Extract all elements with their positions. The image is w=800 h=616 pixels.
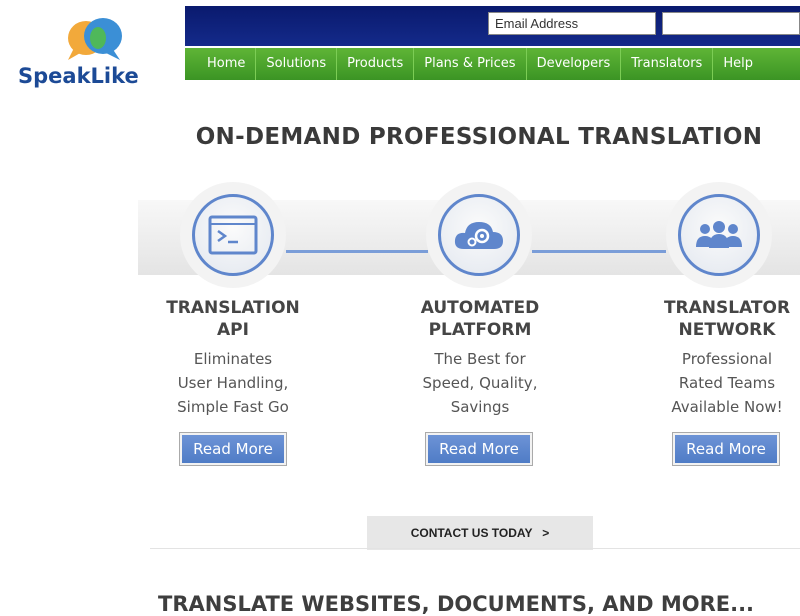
nav-translators[interactable]: Translators [621, 48, 714, 80]
feature-title: TRANSLATOR NETWORK [637, 297, 800, 341]
feature-icon-ring [678, 194, 760, 276]
nav-products[interactable]: Products [337, 48, 415, 80]
feature-desc-line: Simple Fast Go [177, 398, 289, 416]
feature-desc-line: Eliminates [193, 350, 273, 368]
feature-desc-line: Savings [450, 398, 510, 416]
cloud-gear-icon [454, 222, 503, 249]
feature-description: Eliminates User Handling, Simple Fast Go [143, 347, 323, 419]
read-more-label: Read More [182, 435, 284, 463]
nav-help[interactable]: Help [713, 48, 763, 80]
feature-title: AUTOMATED PLATFORM [390, 297, 570, 341]
password-field[interactable] [662, 12, 800, 35]
feature-icon-ring [192, 194, 274, 276]
section-title: TRANSLATE WEBSITES, DOCUMENTS, AND MORE.… [158, 592, 755, 616]
feature-title: TRANSLATION API [143, 297, 323, 341]
feature-desc-line: Speed, Quality, [422, 374, 538, 392]
feature-desc-line: User Handling, [177, 374, 289, 392]
feature-title-line: TRANSLATOR [663, 298, 791, 318]
nav-home[interactable]: Home [185, 48, 257, 80]
terminal-icon [208, 215, 258, 255]
feature-circle [180, 182, 286, 288]
read-more-label: Read More [675, 435, 777, 463]
feature-desc-line: Available Now! [671, 398, 783, 416]
logo-text: SpeakLike [18, 64, 139, 88]
connector-line [286, 250, 428, 253]
feature-description: The Best for Speed, Quality, Savings [390, 347, 570, 419]
read-more-button[interactable]: Read More [425, 432, 533, 466]
feature-circle [666, 182, 772, 288]
feature-title-line: TRANSLATION [166, 298, 300, 318]
contact-us-button[interactable]: CONTACT US TODAY > [367, 516, 593, 550]
logo[interactable]: SpeakLike [8, 8, 183, 88]
contact-us-label: CONTACT US TODAY [410, 526, 533, 540]
feature-icon-ring [438, 194, 520, 276]
feature-desc-line: The Best for [434, 350, 526, 368]
feature-desc-line: Professional [681, 350, 773, 368]
feature-title-line: AUTOMATED [420, 298, 540, 318]
page-headline: ON-DEMAND PROFESSIONAL TRANSLATION [195, 124, 763, 150]
feature-description: Professional Rated Teams Available Now! [637, 347, 800, 419]
chevron-right-icon: > [542, 526, 550, 540]
people-icon [696, 221, 742, 248]
main-nav: Home Solutions Products Plans & Prices D… [185, 48, 800, 80]
feature-title-line: PLATFORM [428, 320, 532, 340]
feature-circle [426, 182, 532, 288]
read-more-button[interactable]: Read More [179, 432, 287, 466]
read-more-label: Read More [428, 435, 530, 463]
speech-bubbles-icon [68, 18, 122, 60]
email-field[interactable]: Email Address [488, 12, 656, 35]
nav-solutions[interactable]: Solutions [256, 48, 338, 80]
feature-desc-line: Rated Teams [678, 374, 776, 392]
divider [150, 548, 800, 549]
feature-title-line: NETWORK [678, 320, 776, 340]
nav-developers[interactable]: Developers [527, 48, 622, 80]
nav-plans-prices[interactable]: Plans & Prices [414, 48, 527, 80]
connector-line [532, 250, 666, 253]
read-more-button[interactable]: Read More [672, 432, 780, 466]
feature-title-line: API [217, 320, 249, 340]
